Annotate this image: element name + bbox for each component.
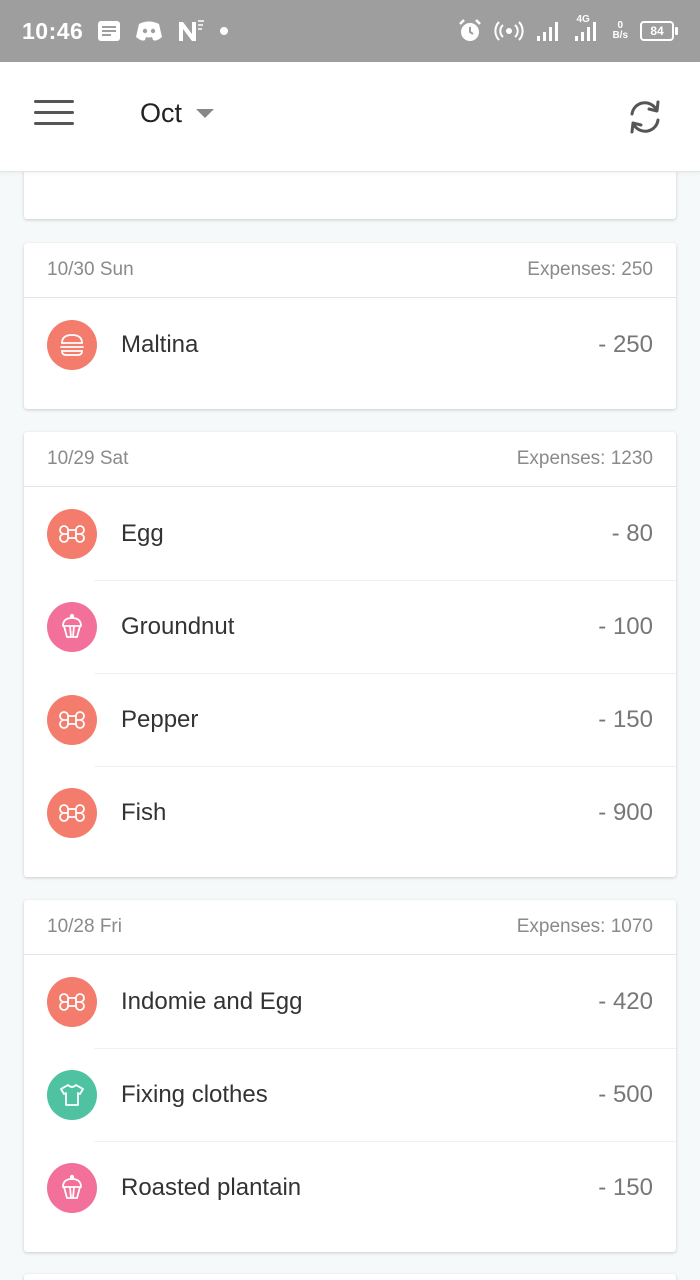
hotspot-icon [494, 20, 524, 42]
refresh-icon[interactable] [624, 96, 666, 138]
hamburger-menu-icon[interactable] [34, 100, 74, 130]
discord-icon [135, 20, 163, 42]
month-label: Oct [140, 98, 183, 128]
day-date: 10/30 Sun [47, 259, 134, 280]
day-card: 10/28 Fri Expenses: 1070 Indomie and Egg… [24, 900, 676, 1252]
day-date: 10/29 Sat [47, 448, 129, 469]
day-card: 10/29 Sat Expenses: 1230 Egg - 80 Ground… [24, 432, 676, 877]
network-speed: 0 B/s [612, 21, 628, 41]
expense-name: Roasted plantain [121, 1173, 302, 1201]
day-header: 10/28 Fri Expenses: 1070 [24, 900, 676, 955]
command-icon [47, 694, 97, 745]
expense-amount: - 150 [598, 705, 653, 733]
expense-row[interactable]: Groundnut - 100 [24, 580, 676, 673]
next-day-card [24, 1274, 676, 1280]
day-total: Expenses: 1230 [516, 448, 653, 469]
month-selector[interactable]: Oct [140, 98, 215, 129]
expense-row[interactable]: Maltina - 250 [24, 298, 676, 391]
expense-name: Indomie and Egg [121, 987, 303, 1015]
signal-icon [536, 20, 562, 42]
expense-name: Fish [121, 798, 167, 826]
expense-row[interactable]: Roasted plantain - 150 [24, 1141, 676, 1234]
network-type: 4G [576, 14, 590, 25]
day-header: 10/30 Sun Expenses: 250 [24, 243, 676, 298]
day-header: 10/29 Sat Expenses: 1230 [24, 432, 676, 487]
cupcake-icon [47, 1162, 97, 1213]
expense-name: Fixing clothes [121, 1080, 268, 1108]
status-bar: 10:46 4G 0 B/s 84 [0, 0, 700, 62]
speed-unit: B/s [612, 30, 628, 41]
tshirt-icon [47, 1069, 97, 1120]
signal-4g-icon: 4G [574, 14, 600, 42]
battery-icon: 84 [640, 21, 678, 41]
expense-name: Pepper [121, 705, 199, 733]
expense-name: Groundnut [121, 612, 235, 640]
expense-name: Egg [121, 519, 164, 547]
chevron-down-icon [196, 109, 215, 118]
cupcake-icon [47, 601, 97, 652]
expense-amount: - 100 [598, 612, 653, 640]
expense-row[interactable]: Indomie and Egg - 420 [24, 955, 676, 1048]
day-date: 10/28 Fri [47, 916, 122, 937]
expense-row[interactable]: Pepper - 150 [24, 673, 676, 766]
status-time: 10:46 [22, 17, 84, 44]
battery-level: 84 [650, 24, 664, 38]
notes-icon [97, 20, 121, 42]
expense-amount: - 420 [598, 987, 653, 1015]
day-total: Expenses: 250 [527, 259, 653, 280]
expense-amount: - 900 [598, 798, 653, 826]
expense-amount: - 80 [611, 519, 653, 547]
day-total: Expenses: 1070 [516, 916, 653, 937]
expense-row[interactable]: Egg - 80 [24, 487, 676, 580]
command-icon [47, 976, 97, 1027]
expense-row[interactable]: Fixing clothes - 500 [24, 1048, 676, 1141]
day-card: 10/30 Sun Expenses: 250 Maltina - 250 [24, 243, 676, 409]
alarm-icon [458, 19, 482, 43]
expense-amount: - 500 [598, 1080, 653, 1108]
command-icon [47, 787, 97, 838]
command-icon [47, 508, 97, 559]
expense-row[interactable]: Fish - 900 [24, 766, 676, 859]
expense-name: Maltina [121, 330, 199, 358]
expense-amount: - 250 [598, 330, 653, 358]
expense-amount: - 150 [598, 1173, 653, 1201]
app-header: Oct [0, 62, 700, 172]
dot-icon [219, 26, 229, 36]
n-app-icon [177, 19, 205, 43]
burger-icon [47, 319, 97, 370]
